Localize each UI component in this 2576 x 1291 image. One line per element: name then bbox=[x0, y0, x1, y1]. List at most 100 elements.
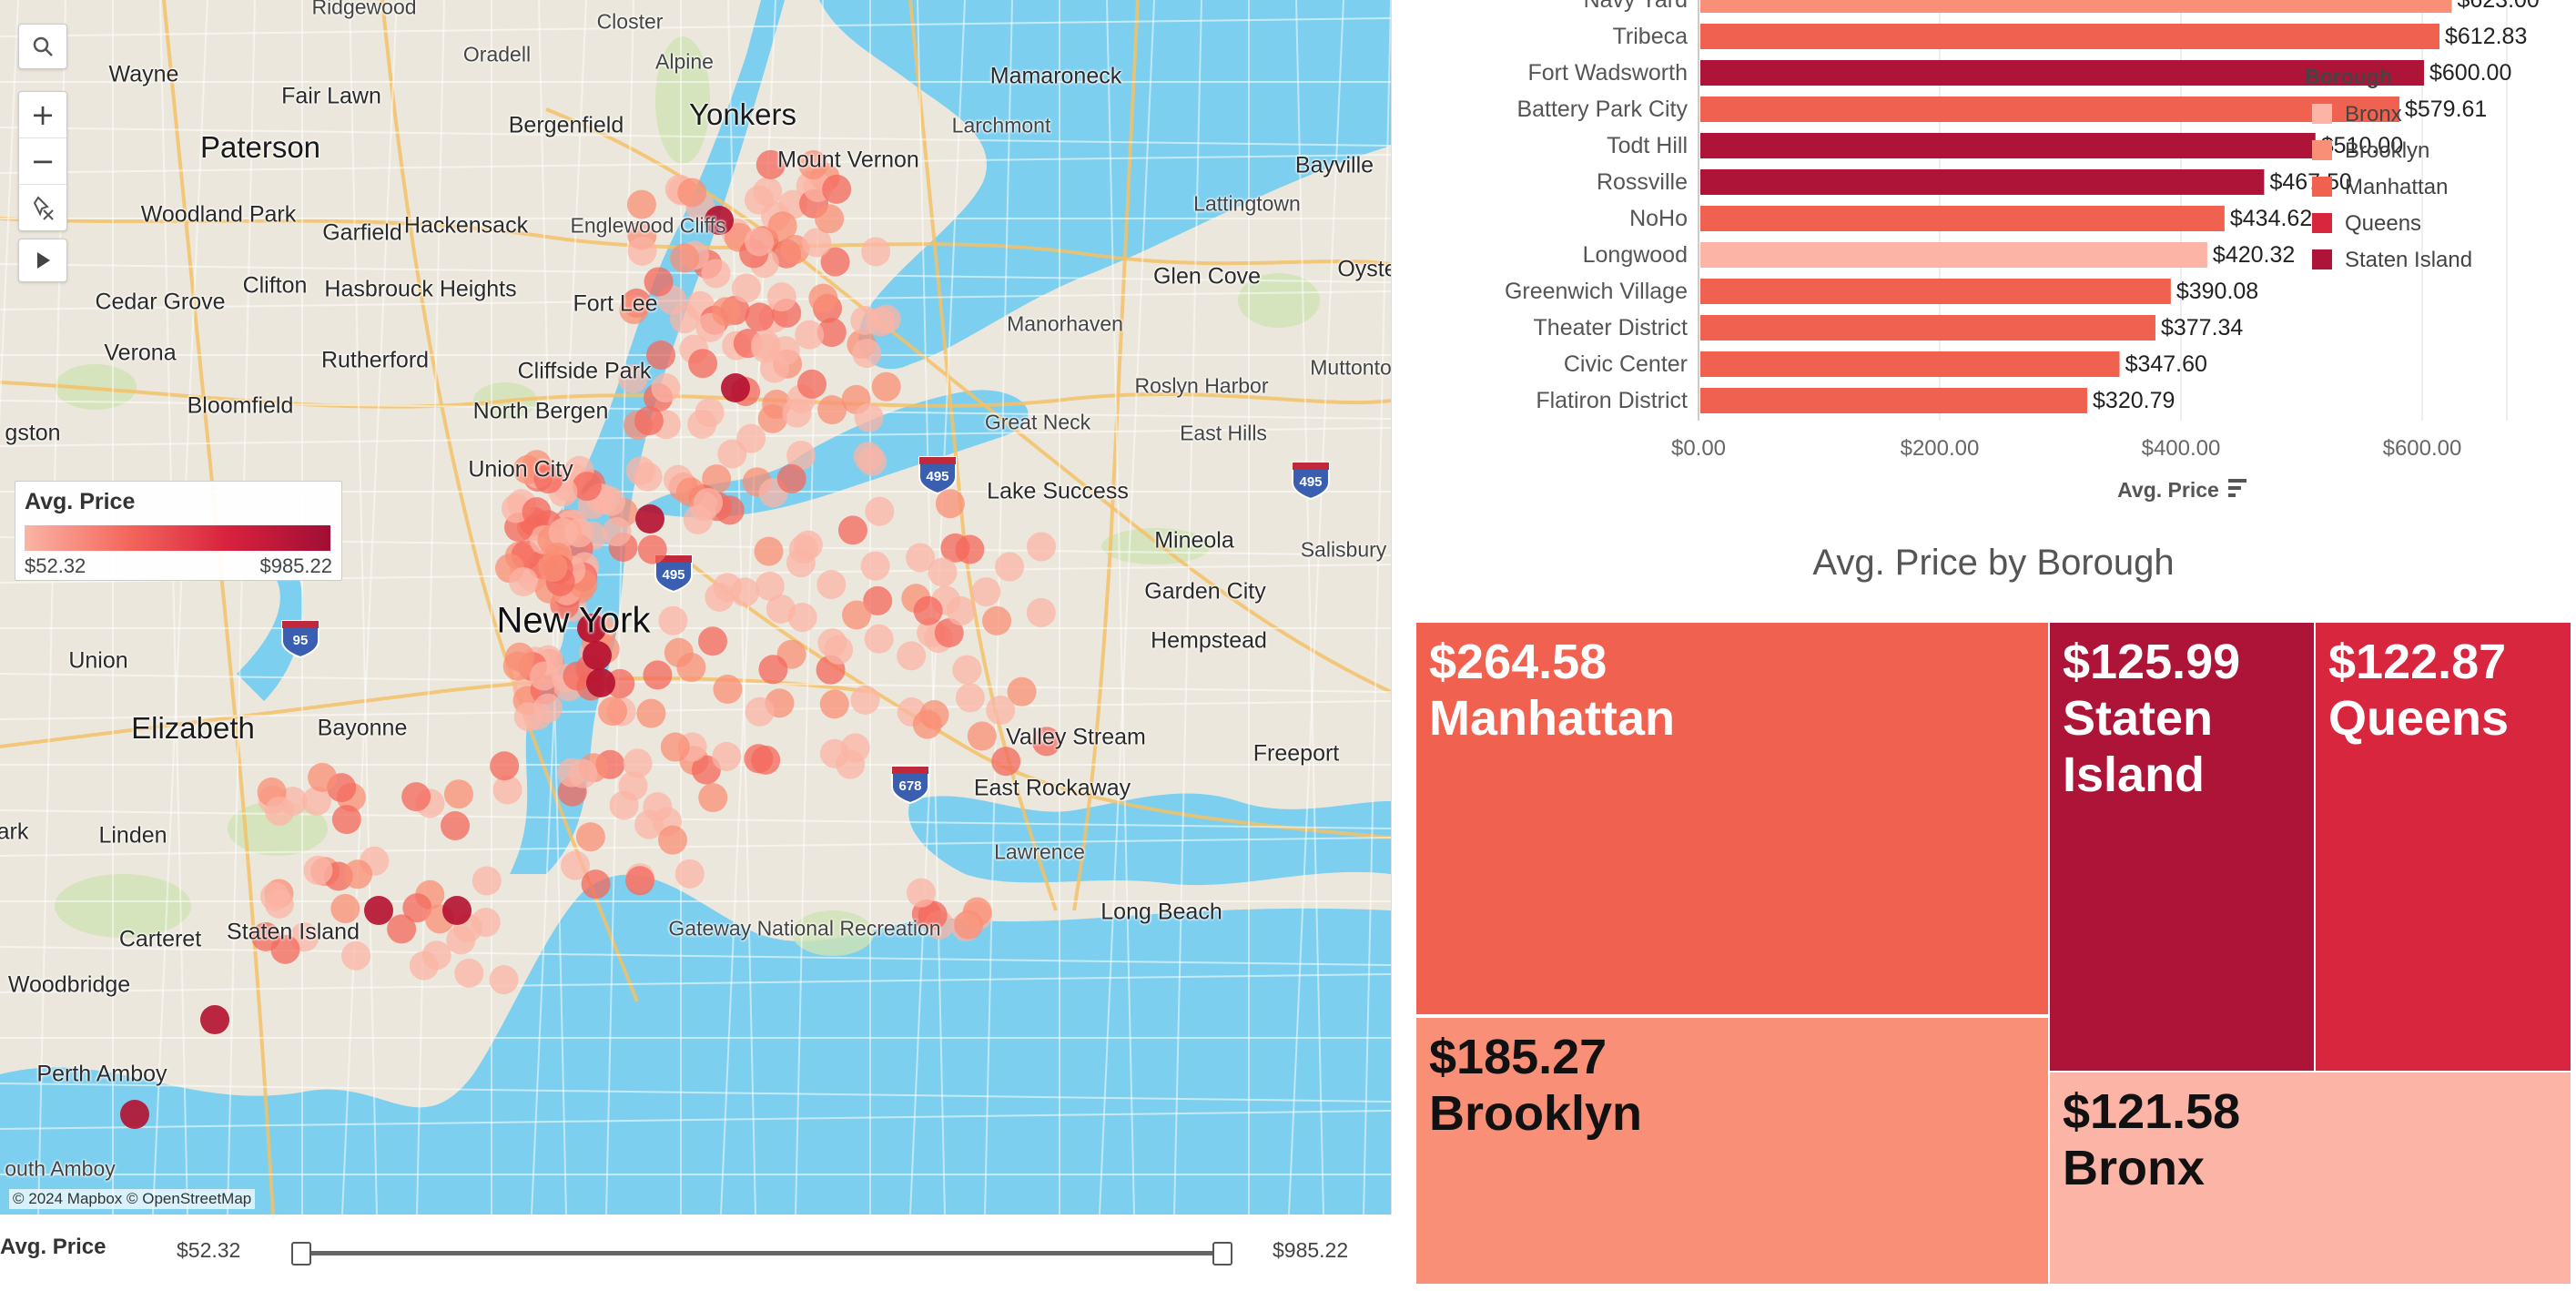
listing-dot[interactable] bbox=[967, 721, 997, 751]
listing-dot[interactable] bbox=[200, 1005, 229, 1034]
bar[interactable] bbox=[1700, 0, 2452, 13]
listing-dot[interactable] bbox=[861, 237, 891, 267]
listing-dot[interactable] bbox=[502, 651, 532, 681]
listing-dot[interactable] bbox=[712, 741, 742, 771]
legend-swatch[interactable] bbox=[2312, 249, 2332, 269]
listing-dot[interactable] bbox=[602, 517, 632, 547]
listing-dot[interactable] bbox=[364, 896, 393, 925]
bar[interactable] bbox=[1700, 97, 2399, 122]
listing-dot[interactable] bbox=[676, 653, 706, 683]
listing-dot[interactable] bbox=[677, 178, 707, 208]
listing-dot[interactable] bbox=[912, 709, 942, 739]
listing-dot[interactable] bbox=[991, 747, 1021, 777]
listing-dot[interactable] bbox=[538, 553, 568, 583]
listing-dot[interactable] bbox=[674, 859, 705, 889]
listing-dot[interactable] bbox=[755, 571, 785, 601]
listing-dot[interactable] bbox=[441, 810, 471, 840]
category-label[interactable]: Flatiron District bbox=[1536, 388, 1688, 413]
listing-dot[interactable] bbox=[698, 783, 728, 813]
slider-min-handle[interactable] bbox=[291, 1242, 311, 1266]
listing-dot[interactable] bbox=[623, 748, 653, 778]
listing-dot[interactable] bbox=[548, 518, 578, 547]
listing-dot[interactable] bbox=[657, 825, 687, 855]
listing-dot[interactable] bbox=[711, 297, 741, 327]
category-label[interactable]: Theater District bbox=[1534, 315, 1689, 341]
listing-dot[interactable] bbox=[1026, 597, 1056, 627]
listing-dot[interactable] bbox=[489, 965, 519, 995]
listing-dot[interactable] bbox=[897, 641, 927, 671]
listing-dot[interactable] bbox=[472, 866, 502, 896]
listing-dot[interactable] bbox=[816, 570, 847, 600]
category-label[interactable]: Fort Wadsworth bbox=[1527, 60, 1688, 86]
category-label[interactable]: Rossville bbox=[1597, 169, 1688, 195]
listing-dot[interactable] bbox=[636, 698, 666, 728]
treemap-cell-queens[interactable]: $122.87 Queens bbox=[2314, 621, 2572, 1072]
category-label[interactable]: Longwood bbox=[1583, 242, 1688, 268]
listing-dot[interactable] bbox=[732, 273, 762, 303]
legend-swatch[interactable] bbox=[2312, 177, 2332, 197]
listing-dot[interactable] bbox=[695, 398, 725, 428]
listing-dot[interactable] bbox=[583, 641, 612, 670]
lasso-select-button[interactable] bbox=[19, 185, 66, 230]
listing-dot[interactable] bbox=[265, 796, 295, 826]
bar[interactable] bbox=[1700, 388, 2088, 413]
slider-track[interactable] bbox=[300, 1251, 1222, 1255]
listing-dot[interactable] bbox=[697, 626, 727, 656]
listing-dot[interactable] bbox=[529, 661, 559, 691]
listing-dot[interactable] bbox=[643, 660, 673, 690]
map-view[interactable]: 95 495 495 678 495 Ridgewood Closter Wayne Orad… bbox=[0, 0, 1392, 1215]
listing-dot[interactable] bbox=[871, 371, 901, 402]
listing-dot[interactable] bbox=[409, 950, 439, 981]
listing-dot[interactable] bbox=[935, 489, 965, 519]
listing-dot[interactable] bbox=[634, 406, 664, 436]
listing-dot[interactable] bbox=[842, 600, 872, 630]
listing-dot[interactable] bbox=[341, 940, 371, 971]
listing-dot[interactable] bbox=[387, 914, 417, 944]
listing-dot[interactable] bbox=[745, 302, 775, 332]
bar[interactable] bbox=[1700, 24, 2439, 49]
listing-dot[interactable] bbox=[568, 758, 598, 788]
bar[interactable] bbox=[1700, 315, 2155, 341]
listing-dot[interactable] bbox=[643, 792, 673, 822]
listing-dot[interactable] bbox=[865, 496, 895, 526]
listing-dot[interactable] bbox=[627, 236, 657, 266]
listing-dot[interactable] bbox=[864, 624, 894, 654]
category-label[interactable]: Greenwich Village bbox=[1505, 279, 1688, 304]
bar[interactable] bbox=[1700, 206, 2225, 231]
listing-dot[interactable] bbox=[822, 174, 852, 204]
bar[interactable] bbox=[1700, 133, 2316, 158]
listing-dot[interactable] bbox=[952, 655, 982, 685]
listing-dot[interactable] bbox=[701, 259, 731, 289]
listing-dot[interactable] bbox=[705, 582, 735, 612]
listing-dot[interactable] bbox=[745, 696, 775, 727]
category-label[interactable]: NoHo bbox=[1629, 206, 1688, 231]
listing-dot[interactable] bbox=[819, 689, 849, 719]
listing-dot[interactable] bbox=[509, 567, 539, 597]
listing-dot[interactable] bbox=[572, 472, 602, 502]
listing-dot[interactable] bbox=[954, 910, 984, 940]
listing-dot[interactable] bbox=[1026, 532, 1056, 562]
bar[interactable] bbox=[1700, 242, 2207, 268]
listing-dot[interactable] bbox=[744, 744, 774, 774]
listing-dot[interactable] bbox=[490, 751, 520, 781]
listing-dot[interactable] bbox=[986, 696, 1016, 726]
legend-swatch[interactable] bbox=[2312, 104, 2332, 124]
listing-dot[interactable] bbox=[751, 330, 781, 360]
category-label[interactable]: Tribeca bbox=[1613, 24, 1689, 49]
listing-dot[interactable] bbox=[852, 339, 882, 369]
listing-dot[interactable] bbox=[471, 908, 501, 938]
listing-dot[interactable] bbox=[303, 855, 333, 885]
treemap-cell-brooklyn[interactable]: $185.27 Brooklyn bbox=[1415, 1016, 2050, 1286]
legend-entry-label[interactable]: Queens bbox=[2345, 211, 2421, 236]
map-canvas[interactable]: 95 495 495 678 495 bbox=[0, 0, 1391, 1215]
sort-descending-icon[interactable] bbox=[2228, 479, 2246, 497]
listing-dot[interactable] bbox=[308, 762, 338, 792]
bar[interactable] bbox=[1700, 279, 2171, 304]
listing-dot[interactable] bbox=[401, 782, 431, 812]
listing-dot[interactable] bbox=[343, 859, 373, 889]
listing-dot[interactable] bbox=[928, 557, 958, 587]
legend-swatch[interactable] bbox=[2312, 140, 2332, 160]
legend-entry-label[interactable]: Manhattan bbox=[2345, 175, 2448, 199]
bar[interactable] bbox=[1700, 351, 2120, 377]
listing-dot[interactable] bbox=[635, 504, 664, 534]
